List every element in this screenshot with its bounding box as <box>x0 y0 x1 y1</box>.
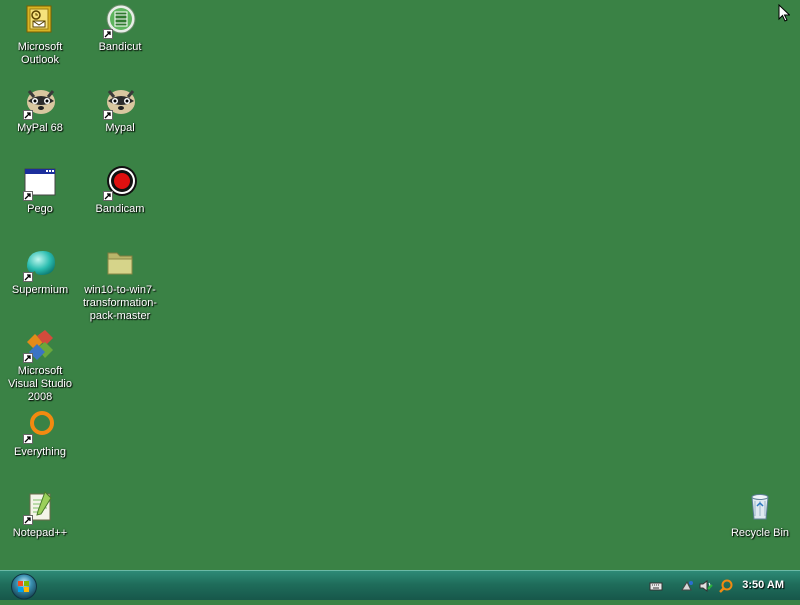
outlook-icon <box>23 4 57 38</box>
visual-studio-icon <box>23 328 57 363</box>
desktop-icon-win10-to-win7-folder[interactable]: win10-to-win7-transformation-pack-master <box>80 247 160 323</box>
desktop-icon-microsoft-outlook[interactable]: Microsoft Outlook <box>0 4 80 67</box>
desktop-icon-mypal-68[interactable]: MyPal 68 <box>0 85 80 135</box>
desktop-icon-bandicut[interactable]: Bandicut <box>80 4 160 54</box>
system-tray: 3:50 AM <box>640 571 800 601</box>
desktop-icon-label: Microsoft Outlook <box>17 41 63 66</box>
desktop-icon-notepad-plus-plus[interactable]: Notepad++ <box>0 490 80 540</box>
shortcut-arrow-icon <box>23 191 33 201</box>
mypal-icon <box>103 85 137 120</box>
desktop-icon-bandicam[interactable]: Bandicam <box>80 166 160 216</box>
desktop-icon-label: Everything <box>14 446 66 458</box>
search-icon[interactable] <box>718 578 734 594</box>
supermium-icon <box>23 247 57 282</box>
window-app-icon <box>23 166 57 201</box>
mypal-icon <box>23 85 57 120</box>
shortcut-arrow-icon <box>103 191 113 201</box>
shortcut-arrow-icon <box>23 353 33 363</box>
windows-orb-icon <box>11 573 37 600</box>
desktop-icon-label: Pego <box>27 203 53 215</box>
taskbar-clock[interactable]: 3:50 AM <box>742 579 784 591</box>
shortcut-arrow-icon <box>23 515 33 525</box>
desktop-icon-label: Microsoft Visual Studio 2008 <box>7 365 72 403</box>
shortcut-arrow-icon <box>103 29 113 39</box>
desktop-icon-supermium[interactable]: Supermium <box>0 247 80 297</box>
network-icon[interactable] <box>680 578 696 594</box>
desktop-icon-label: Bandicam <box>95 203 145 215</box>
desktop-icon-pego[interactable]: Pego <box>0 166 80 216</box>
desktop-icon-label: Notepad++ <box>12 527 68 539</box>
notepadpp-icon <box>23 490 57 525</box>
bandicam-icon <box>103 166 137 201</box>
recycle-bin-icon <box>743 490 777 524</box>
desktop-icon-label: MyPal 68 <box>17 122 63 134</box>
desktop-icon-label: Recycle Bin <box>730 527 790 539</box>
bandicut-icon <box>103 4 137 39</box>
taskbar: 3:50 AM <box>0 570 800 600</box>
shortcut-arrow-icon <box>23 110 33 120</box>
desktop: Microsoft Outlook Bandicut MyPal 68 Mypa… <box>0 0 800 570</box>
desktop-icon-everything[interactable]: Everything <box>0 409 80 459</box>
keyboard-icon[interactable] <box>648 578 664 594</box>
everything-icon <box>23 409 57 444</box>
shortcut-arrow-icon <box>23 434 33 444</box>
shortcut-arrow-icon <box>103 110 113 120</box>
desktop-icon-label: Bandicut <box>98 41 142 53</box>
desktop-icon-label: Mypal <box>105 122 135 134</box>
desktop-icon-microsoft-visual-studio-2008[interactable]: Microsoft Visual Studio 2008 <box>0 328 80 404</box>
desktop-icon-label: Supermium <box>11 284 69 296</box>
folder-icon <box>103 247 137 281</box>
shortcut-arrow-icon <box>23 272 33 282</box>
desktop-icon-mypal[interactable]: Mypal <box>80 85 160 135</box>
start-button[interactable] <box>9 573 39 600</box>
mouse-cursor-icon <box>778 3 791 27</box>
volume-icon[interactable] <box>698 578 714 594</box>
desktop-icon-label: win10-to-win7-transformation-pack-master <box>83 284 157 322</box>
desktop-icon-recycle-bin[interactable]: Recycle Bin <box>720 490 800 540</box>
